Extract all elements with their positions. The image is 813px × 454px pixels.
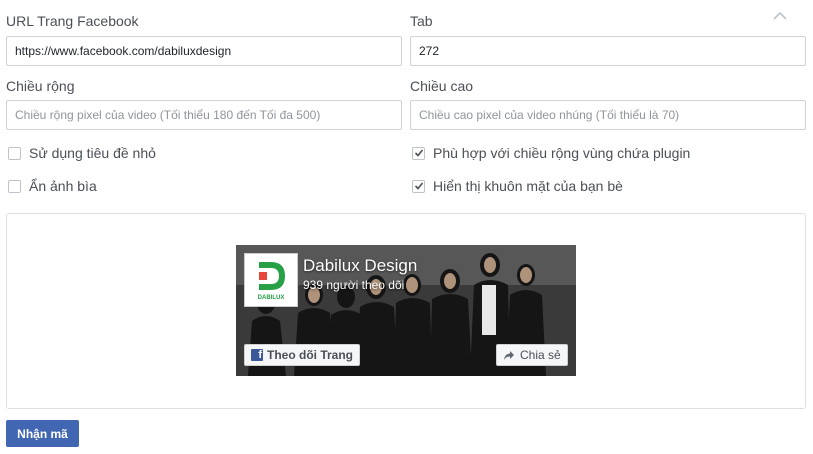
- get-code-button[interactable]: Nhận mã: [6, 420, 79, 447]
- facebook-icon: f: [251, 349, 263, 361]
- logo-text: DABILUX: [258, 295, 285, 301]
- checkbox-label: Ẩn ảnh bìa: [29, 178, 97, 194]
- height-input[interactable]: [410, 100, 806, 130]
- facebook-page-plugin[interactable]: DABILUX Dabilux Design 939 người theo dõ…: [236, 245, 576, 376]
- checkmark-icon: [414, 182, 423, 190]
- follow-page-button[interactable]: f Theo dõi Trang: [244, 344, 360, 366]
- checkbox-label: Sử dụng tiêu đề nhỏ: [29, 145, 156, 161]
- follower-count: 939 người theo dõi: [303, 278, 405, 292]
- follow-label: Theo dõi Trang: [267, 348, 353, 362]
- checkbox-adapt-width[interactable]: Phù hợp với chiều rộng vùng chứa plugin: [412, 145, 690, 161]
- share-arrow-icon: [504, 350, 514, 360]
- chevron-up-icon[interactable]: [772, 10, 788, 22]
- checkmark-icon: [414, 149, 423, 157]
- checkbox-label: Phù hợp với chiều rộng vùng chứa plugin: [433, 145, 691, 161]
- height-label: Chiều cao: [410, 78, 474, 94]
- checkbox-label: Hiển thị khuôn mặt của bạn bè: [433, 178, 623, 194]
- page-name[interactable]: Dabilux Design: [303, 256, 417, 276]
- width-label: Chiều rộng: [6, 78, 75, 94]
- width-input[interactable]: [6, 100, 402, 130]
- checkbox-small-header[interactable]: Sử dụng tiêu đề nhỏ: [8, 145, 156, 161]
- checkbox-box[interactable]: [8, 146, 21, 160]
- tab-input[interactable]: [410, 36, 806, 66]
- checkbox-box[interactable]: [412, 146, 425, 160]
- checkbox-hide-cover[interactable]: Ẩn ảnh bìa: [8, 178, 97, 194]
- tab-label: Tab: [410, 13, 433, 29]
- checkbox-box[interactable]: [412, 179, 425, 193]
- url-input[interactable]: [6, 36, 402, 66]
- dabilux-logo-icon: DABILUX: [258, 262, 285, 301]
- url-label: URL Trang Facebook: [6, 13, 139, 29]
- share-button[interactable]: Chia sẻ: [496, 344, 568, 366]
- checkbox-box[interactable]: [8, 179, 21, 193]
- share-label: Chia sẻ: [520, 348, 561, 362]
- checkbox-show-faces[interactable]: Hiển thị khuôn mặt của bạn bè: [412, 178, 623, 194]
- page-logo[interactable]: DABILUX: [244, 253, 298, 307]
